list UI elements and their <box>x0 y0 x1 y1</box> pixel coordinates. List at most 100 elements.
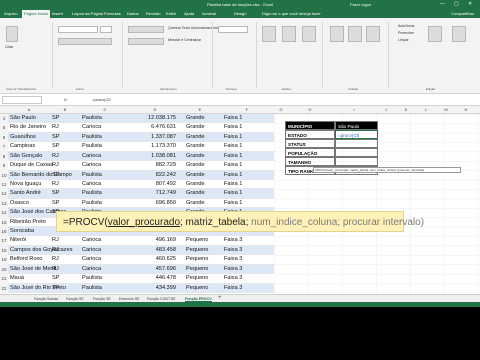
row-number[interactable]: 19 <box>0 255 8 265</box>
row-number[interactable]: 9 <box>0 161 8 171</box>
cell-size[interactable]: Pequeno <box>186 246 220 255</box>
cell-range[interactable]: Faixa 1 <box>224 133 264 142</box>
row-number[interactable]: 16 <box>0 227 8 237</box>
cell-pop[interactable]: 1.038.081 <box>130 152 176 161</box>
cell-range[interactable]: Faixa 3 <box>224 236 264 245</box>
cell-uf[interactable]: SP <box>52 142 78 151</box>
row-number[interactable]: 4 <box>0 114 8 124</box>
sheet-tab-funcao-cont-se[interactable]: Função CONT.SE <box>147 297 176 301</box>
cell-type[interactable]: Paulista <box>82 284 128 293</box>
sheet-tab-funcao-se-2[interactable]: Função SE <box>93 297 111 301</box>
column-header-k[interactable]: K <box>396 107 416 112</box>
cell-type[interactable]: Carioca <box>82 180 128 189</box>
cell-uf[interactable]: SP <box>52 274 78 283</box>
cell-range[interactable]: Faixa 3 <box>224 274 264 283</box>
cell-size[interactable]: Grande <box>186 199 220 208</box>
column-header-n[interactable]: N <box>456 107 476 112</box>
lookup-value-estado[interactable]: =procv(C5 <box>335 130 378 139</box>
cell-uf[interactable]: SP <box>52 114 78 123</box>
cell-range[interactable]: Faixa 1 <box>224 171 264 180</box>
delete-cells-icon[interactable] <box>348 26 362 42</box>
cell-size[interactable]: Grande <box>186 133 220 142</box>
row-number[interactable]: 21 <box>0 274 8 284</box>
lookup-header-label[interactable]: MUNICÍPIO <box>285 121 335 130</box>
cell-type[interactable]: Carioca <box>82 265 128 274</box>
cell-uf[interactable]: SP <box>52 133 78 142</box>
cell-pop[interactable]: 712.749 <box>130 189 176 198</box>
conditional-format-icon[interactable] <box>262 26 276 42</box>
tab-insert[interactable]: Inserir <box>52 11 63 16</box>
add-sheet-button[interactable]: + <box>218 295 222 301</box>
lookup-label-status[interactable]: STATUS <box>285 139 335 148</box>
cell-pop[interactable]: 6.476.631 <box>130 123 176 132</box>
cell-pop[interactable]: 696.850 <box>130 199 176 208</box>
cell-range[interactable]: Faixa 1 <box>224 142 264 151</box>
cell-pop[interactable]: 446.478 <box>130 274 176 283</box>
find-select-icon[interactable] <box>452 26 466 42</box>
cell-range[interactable]: Faixa 3 <box>224 265 264 274</box>
cell-size[interactable]: Grande <box>186 114 220 123</box>
spreadsheet-grid[interactable]: 4 São Paulo SP Paulista 12.038.175 Grande Faix… <box>0 114 480 294</box>
tab-page-layout[interactable]: Layout da Página <box>72 11 103 16</box>
cell-uf[interactable]: RJ <box>52 180 78 189</box>
name-box[interactable] <box>2 96 42 104</box>
row-number[interactable]: 22 <box>0 283 8 293</box>
cell-size[interactable]: Grande <box>186 142 220 151</box>
cell-pop[interactable]: 457.696 <box>130 265 176 274</box>
tab-help[interactable]: Ajuda <box>184 11 194 16</box>
close-button[interactable]: ✕ <box>468 1 472 7</box>
cell-type[interactable]: Paulista <box>82 171 128 180</box>
cell-type[interactable]: Paulista <box>82 114 128 123</box>
alignment-buttons[interactable] <box>128 26 164 33</box>
cell-type[interactable]: Paulista <box>82 274 128 283</box>
autosum-button[interactable]: AutoSoma <box>398 24 414 28</box>
cell-type[interactable]: Paulista <box>82 133 128 142</box>
column-header-a[interactable]: A <box>8 107 50 112</box>
cell-range[interactable]: Faixa 1 <box>224 123 264 132</box>
row-number[interactable]: 6 <box>0 132 8 143</box>
cell-size[interactable]: Grande <box>186 152 220 161</box>
lookup-label-populacao[interactable]: POPULAÇÃO <box>285 148 335 157</box>
font-name-box[interactable] <box>58 26 98 33</box>
column-header-g[interactable]: G <box>274 107 288 112</box>
cell-pop[interactable]: 1.173.370 <box>130 142 176 151</box>
column-header-i[interactable]: I <box>332 107 376 112</box>
tab-formulas[interactable]: Fórmulas <box>104 11 121 16</box>
cell-pop[interactable]: 807.492 <box>130 180 176 189</box>
lookup-value-tamanho[interactable] <box>335 157 378 166</box>
row-number[interactable]: 17 <box>0 236 8 246</box>
row-number[interactable]: 7 <box>0 142 8 152</box>
cell-pop[interactable]: 882.729 <box>130 161 176 170</box>
cell-type[interactable]: Paulista <box>82 199 128 208</box>
cell-pop[interactable]: 496.169 <box>130 236 176 245</box>
merge-center-button[interactable]: Mesclar e Centralizar <box>168 38 201 42</box>
cell-uf[interactable]: RJ <box>52 236 78 245</box>
wrap-text-button[interactable]: Quebrar Texto Automaticamente <box>168 26 218 30</box>
insert-cells-icon[interactable] <box>330 26 344 42</box>
row-number[interactable]: 11 <box>0 179 8 190</box>
column-header-m[interactable]: M <box>436 107 456 112</box>
cell-type[interactable]: Carioca <box>82 236 128 245</box>
cell-uf[interactable]: SP <box>52 189 78 198</box>
tab-home[interactable]: Página Inicial <box>22 10 50 18</box>
cell-pop[interactable]: 1.337.087 <box>130 133 176 142</box>
cell-pop[interactable]: 434.399 <box>130 284 176 293</box>
tab-acrobat[interactable]: Acrobat <box>202 11 216 16</box>
row-number[interactable]: 5 <box>0 123 8 133</box>
lookup-value-populacao[interactable] <box>335 148 378 157</box>
cell-uf[interactable]: SP <box>52 171 78 180</box>
cell-range[interactable]: Faixa 1 <box>224 161 264 170</box>
cell-uf[interactable]: RJ <box>52 123 78 132</box>
cell-size[interactable]: Pequeno <box>186 284 220 293</box>
sheet-tab-funcao-somas[interactable]: Função Somas <box>34 297 58 301</box>
column-header-d[interactable]: D <box>130 107 180 112</box>
cell-pop[interactable]: 12.038.175 <box>130 114 176 123</box>
cell-styles-icon[interactable] <box>302 26 316 42</box>
column-header-e[interactable]: E <box>180 107 220 112</box>
cell-type[interactable]: Carioca <box>82 152 128 161</box>
cell-size[interactable]: Grande <box>186 123 220 132</box>
sheet-tab-funcao-procv[interactable]: Função PROCV <box>185 297 212 302</box>
cell-size[interactable]: Grande <box>186 189 220 198</box>
cell-type[interactable]: Carioca <box>82 246 128 255</box>
cell-uf[interactable]: RJ <box>52 161 78 170</box>
